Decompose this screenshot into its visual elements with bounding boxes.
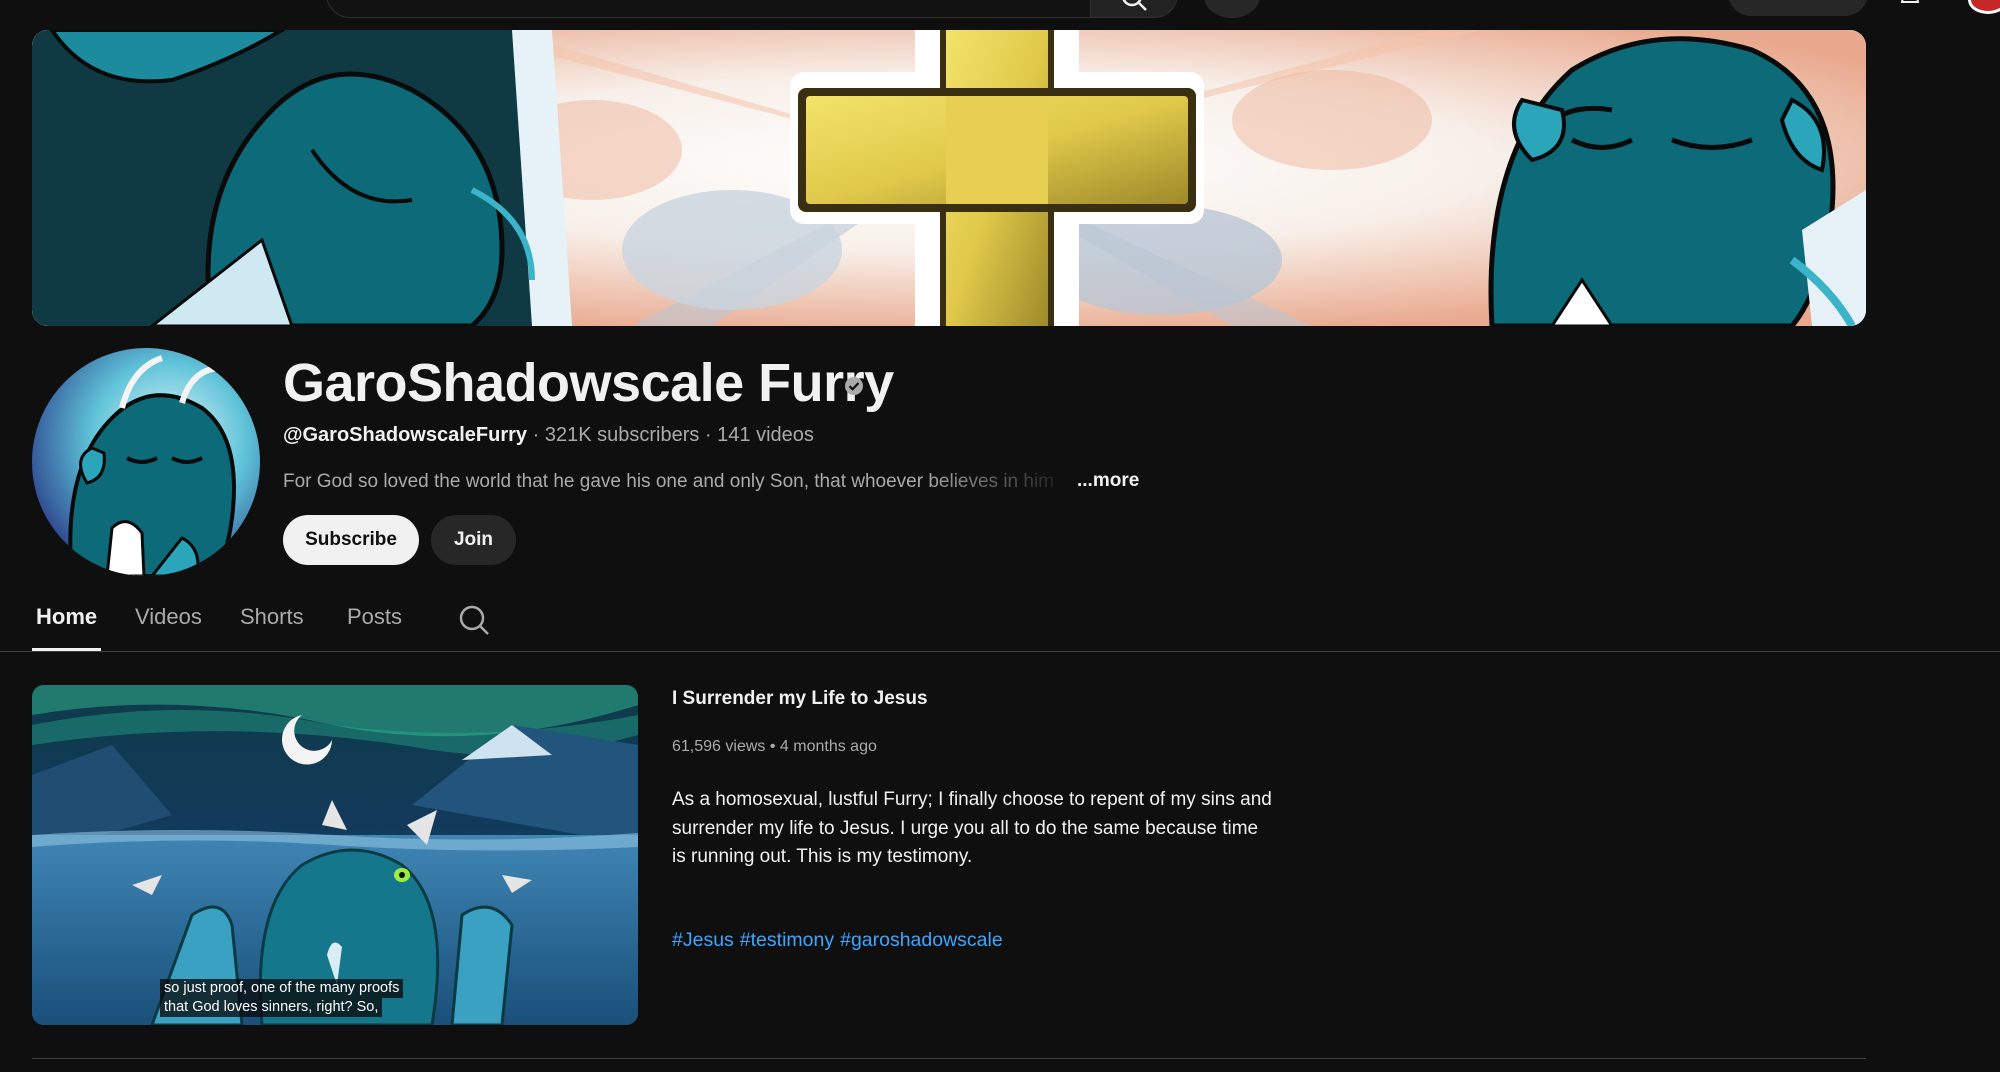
caption-line: so just proof, one of the many proofs	[160, 979, 404, 998]
video-title[interactable]: I Surrender my Life to Jesus	[672, 688, 928, 710]
channel-meta: @GaroShadowscaleFurry · 321K subscribers…	[283, 424, 814, 447]
video-description: As a homosexual, lustful Furry; I finall…	[672, 789, 1272, 867]
join-button[interactable]: Join	[431, 515, 516, 565]
search-button[interactable]	[1090, 0, 1178, 18]
view-count: 61,596 views	[672, 738, 766, 755]
video-hashtags: #Jesus #testimony #garoshadowscale	[672, 929, 1009, 952]
channel-handle[interactable]: @GaroShadowscaleFurry	[283, 424, 527, 446]
video-thumbnail[interactable]	[32, 685, 638, 1025]
section-divider	[32, 1058, 1866, 1059]
channel-description[interactable]: For God so loved the world that he gave …	[283, 471, 1083, 493]
tab-home[interactable]: Home	[36, 604, 97, 630]
tab-posts[interactable]: Posts	[347, 604, 402, 630]
channel-name: GaroShadowscale Furry	[283, 353, 894, 413]
description-more-link[interactable]: ...more	[1077, 470, 1139, 492]
subscriber-count: 321K subscribers	[544, 424, 700, 446]
masthead	[0, 0, 2000, 22]
meta-separator: ·	[704, 424, 712, 446]
voice-search-button[interactable]	[1204, 0, 1260, 18]
channel-avatar[interactable]	[32, 348, 260, 576]
subscribe-button[interactable]: Subscribe	[283, 515, 419, 565]
caption-line: that God loves sinners, right? So,	[160, 998, 383, 1017]
hashtag-link[interactable]: #Jesus	[672, 929, 734, 951]
channel-tabs: Home Videos Shorts Posts	[0, 590, 2000, 652]
verified-check-icon	[845, 377, 863, 395]
video-caption: so just proof, one of the many proofs th…	[160, 979, 404, 1017]
search-input[interactable]	[326, 0, 1092, 18]
active-tab-indicator	[32, 648, 101, 651]
channel-banner	[32, 30, 1866, 326]
create-button[interactable]	[1728, 0, 1868, 16]
tab-shorts[interactable]: Shorts	[240, 604, 304, 630]
account-avatar[interactable]	[1968, 0, 2000, 14]
tab-videos[interactable]: Videos	[135, 604, 202, 630]
hashtag-link[interactable]: #testimony	[740, 929, 834, 951]
bell-icon[interactable]	[1898, 0, 1922, 4]
upload-age: 4 months ago	[779, 738, 877, 755]
meta-separator: •	[769, 738, 776, 755]
search-icon	[1122, 0, 1147, 11]
hashtag-link[interactable]: #garoshadowscale	[840, 929, 1003, 951]
meta-separator: ·	[532, 424, 540, 446]
video-meta: 61,596 views • 4 months ago	[672, 738, 877, 756]
video-count: 141 videos	[717, 424, 814, 446]
search-icon[interactable]	[458, 604, 490, 636]
